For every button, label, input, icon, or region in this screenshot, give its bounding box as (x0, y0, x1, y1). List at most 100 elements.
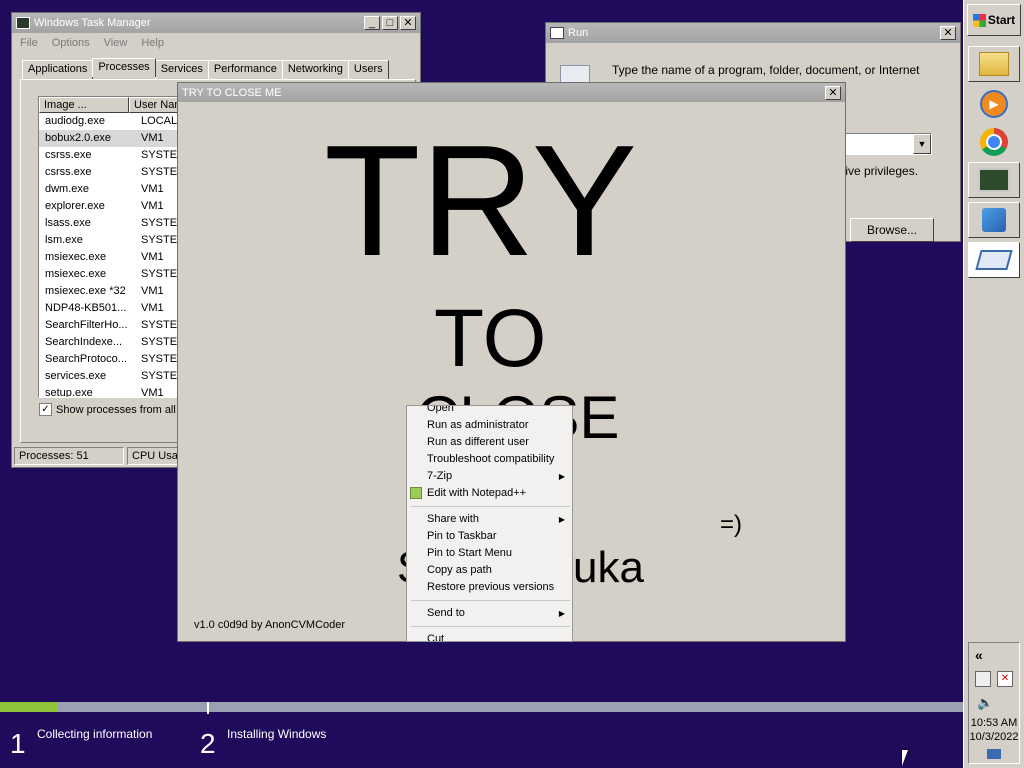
task-manager-title: Windows Task Manager (34, 17, 151, 29)
task-manager-titlebar[interactable]: Windows Task Manager _ □ ✕ (12, 13, 420, 33)
uka-text: uka (573, 543, 644, 592)
menu-item-label: 7-Zip (427, 470, 453, 482)
menu-item-troubleshoot-compatibility[interactable]: Troubleshoot compatibility (407, 451, 572, 468)
task-manager-menubar: File Options View Help (12, 33, 420, 53)
menu-item-open[interactable]: Open (407, 405, 572, 417)
taskbar-task-manager[interactable] (968, 162, 1020, 198)
run-privileges-text: tive privileges. (842, 164, 919, 178)
big-to-text: TO (434, 293, 547, 384)
taskbar-run-window[interactable] (968, 242, 1020, 278)
taskbar-folder[interactable] (968, 46, 1020, 82)
folder-icon (979, 52, 1009, 76)
menu-item-label: Edit with Notepad++ (427, 487, 527, 499)
clock-date[interactable]: 10/3/2022 (969, 731, 1019, 743)
menu-item-share-with[interactable]: Share with ▶ (407, 511, 572, 528)
menu-item-pin-to-start-menu[interactable]: Pin to Start Menu (407, 545, 572, 562)
start-button[interactable]: Start (967, 4, 1021, 36)
tab-performance[interactable]: Performance (207, 60, 283, 79)
volume-icon[interactable]: 🔈 (977, 695, 993, 711)
media-player-icon: ▶ (980, 90, 1008, 118)
action-center-icon[interactable]: ✕ (997, 671, 1013, 687)
tab-networking[interactable]: Networking (281, 60, 349, 79)
show-all-checkbox[interactable]: ✓ (39, 403, 52, 416)
taskbar-chrome[interactable] (968, 124, 1020, 160)
taskbar-media-player[interactable]: ▶ (968, 86, 1020, 122)
big-try-text: TRY (324, 113, 638, 289)
tab-processes[interactable]: Processes (92, 58, 156, 77)
show-desktop-icon[interactable] (987, 749, 1001, 759)
process-image: msiexec.exe *32 (45, 285, 126, 297)
process-image: setup.exe (45, 387, 93, 398)
notepad-plus-plus-icon (410, 487, 422, 499)
task-manager-icon (978, 168, 1010, 192)
taskbar: Start ▶ « ✕ 🔈 10:53 AM 10/3/2022 (963, 0, 1024, 768)
try-title: TRY TO CLOSE ME (182, 86, 282, 99)
menu-item-label: Cut (427, 633, 445, 642)
menu-options[interactable]: Options (52, 37, 90, 49)
run-close-button[interactable]: ✕ (940, 26, 956, 40)
installer-icon (982, 208, 1006, 232)
menu-separator (411, 600, 570, 601)
tab-services[interactable]: Services (154, 60, 209, 79)
try-titlebar[interactable]: TRY TO CLOSE ME ✕ (178, 83, 845, 102)
run-window-icon (975, 250, 1013, 270)
submenu-arrow-icon: ▶ (558, 609, 565, 618)
clock-time[interactable]: 10:53 AM (969, 717, 1019, 729)
menu-item-restore-previous-versions[interactable]: Restore previous versions (407, 579, 572, 596)
step1-number: 1 (10, 728, 26, 759)
maximize-button[interactable]: □ (382, 16, 398, 30)
process-image: SearchIndexe... (45, 336, 123, 348)
process-image: NDP48-KB501... (45, 302, 127, 314)
minimize-button[interactable]: _ (364, 16, 380, 30)
windows-logo-icon (972, 13, 986, 27)
menu-item-pin-to-taskbar[interactable]: Pin to Taskbar (407, 528, 572, 545)
step2-label: Installing Windows (227, 727, 327, 741)
menu-item-run-as-different-user[interactable]: Run as different user (407, 434, 572, 451)
menu-item-edit-with-notepad-[interactable]: Edit with Notepad++ (407, 485, 572, 502)
run-description: Type the name of a program, folder, docu… (612, 63, 920, 77)
menu-item-label: Pin to Taskbar (427, 530, 497, 542)
menu-item-run-as-administrator[interactable]: Run as administrator (407, 417, 572, 434)
process-image: bobux2.0.exe (45, 132, 112, 144)
process-image: services.exe (45, 370, 107, 382)
menu-help[interactable]: Help (141, 37, 164, 49)
show-all-label: Show processes from all u (56, 403, 185, 416)
menu-item-label: Run as administrator (427, 419, 529, 431)
try-close-button[interactable]: ✕ (825, 85, 841, 100)
show-all-processes[interactable]: ✓ Show processes from all u (39, 403, 185, 416)
system-tray: « ✕ 🔈 10:53 AM 10/3/2022 (968, 642, 1020, 764)
process-image: csrss.exe (45, 166, 92, 178)
submenu-arrow-icon: ▶ (558, 515, 565, 524)
run-titlebar[interactable]: Run ✕ (546, 23, 960, 43)
chevron-down-icon[interactable]: ▼ (913, 134, 931, 154)
context-menu: Open Run as administrator Run as different… (406, 405, 573, 642)
menu-file[interactable]: File (20, 37, 38, 49)
task-manager-icon (16, 17, 30, 29)
step2-number: 2 (200, 728, 216, 759)
process-image: lsass.exe (45, 217, 91, 229)
browse-button[interactable]: Browse... (850, 218, 934, 242)
tab-users[interactable]: Users (347, 60, 389, 79)
menu-item-7-zip[interactable]: 7-Zip ▶ (407, 468, 572, 485)
menu-item-label: Run as different user (427, 436, 529, 448)
process-image: msiexec.exe (45, 268, 107, 280)
column-image[interactable]: Image ... (39, 97, 129, 113)
process-image: explorer.exe (45, 200, 105, 212)
menu-item-copy-as-path[interactable]: Copy as path (407, 562, 572, 579)
chrome-icon (980, 128, 1008, 156)
taskbar-installer[interactable] (968, 202, 1020, 238)
menu-item-cut[interactable]: Cut (407, 631, 572, 642)
step-divider (207, 702, 209, 714)
close-button[interactable]: ✕ (400, 16, 416, 30)
menu-item-label: Open (427, 405, 454, 414)
tab-applications[interactable]: Applications (22, 60, 94, 79)
tray-chevron[interactable]: « (975, 647, 983, 663)
network-icon[interactable] (975, 671, 991, 687)
process-image: msiexec.exe (45, 251, 107, 263)
submenu-arrow-icon: ▶ (558, 472, 565, 481)
status-processes: Processes: 51 (14, 447, 124, 465)
menu-item-send-to[interactable]: Send to ▶ (407, 605, 572, 622)
setup-progress-track (0, 702, 963, 712)
menu-view[interactable]: View (104, 37, 128, 49)
menu-item-label: Copy as path (427, 564, 492, 576)
